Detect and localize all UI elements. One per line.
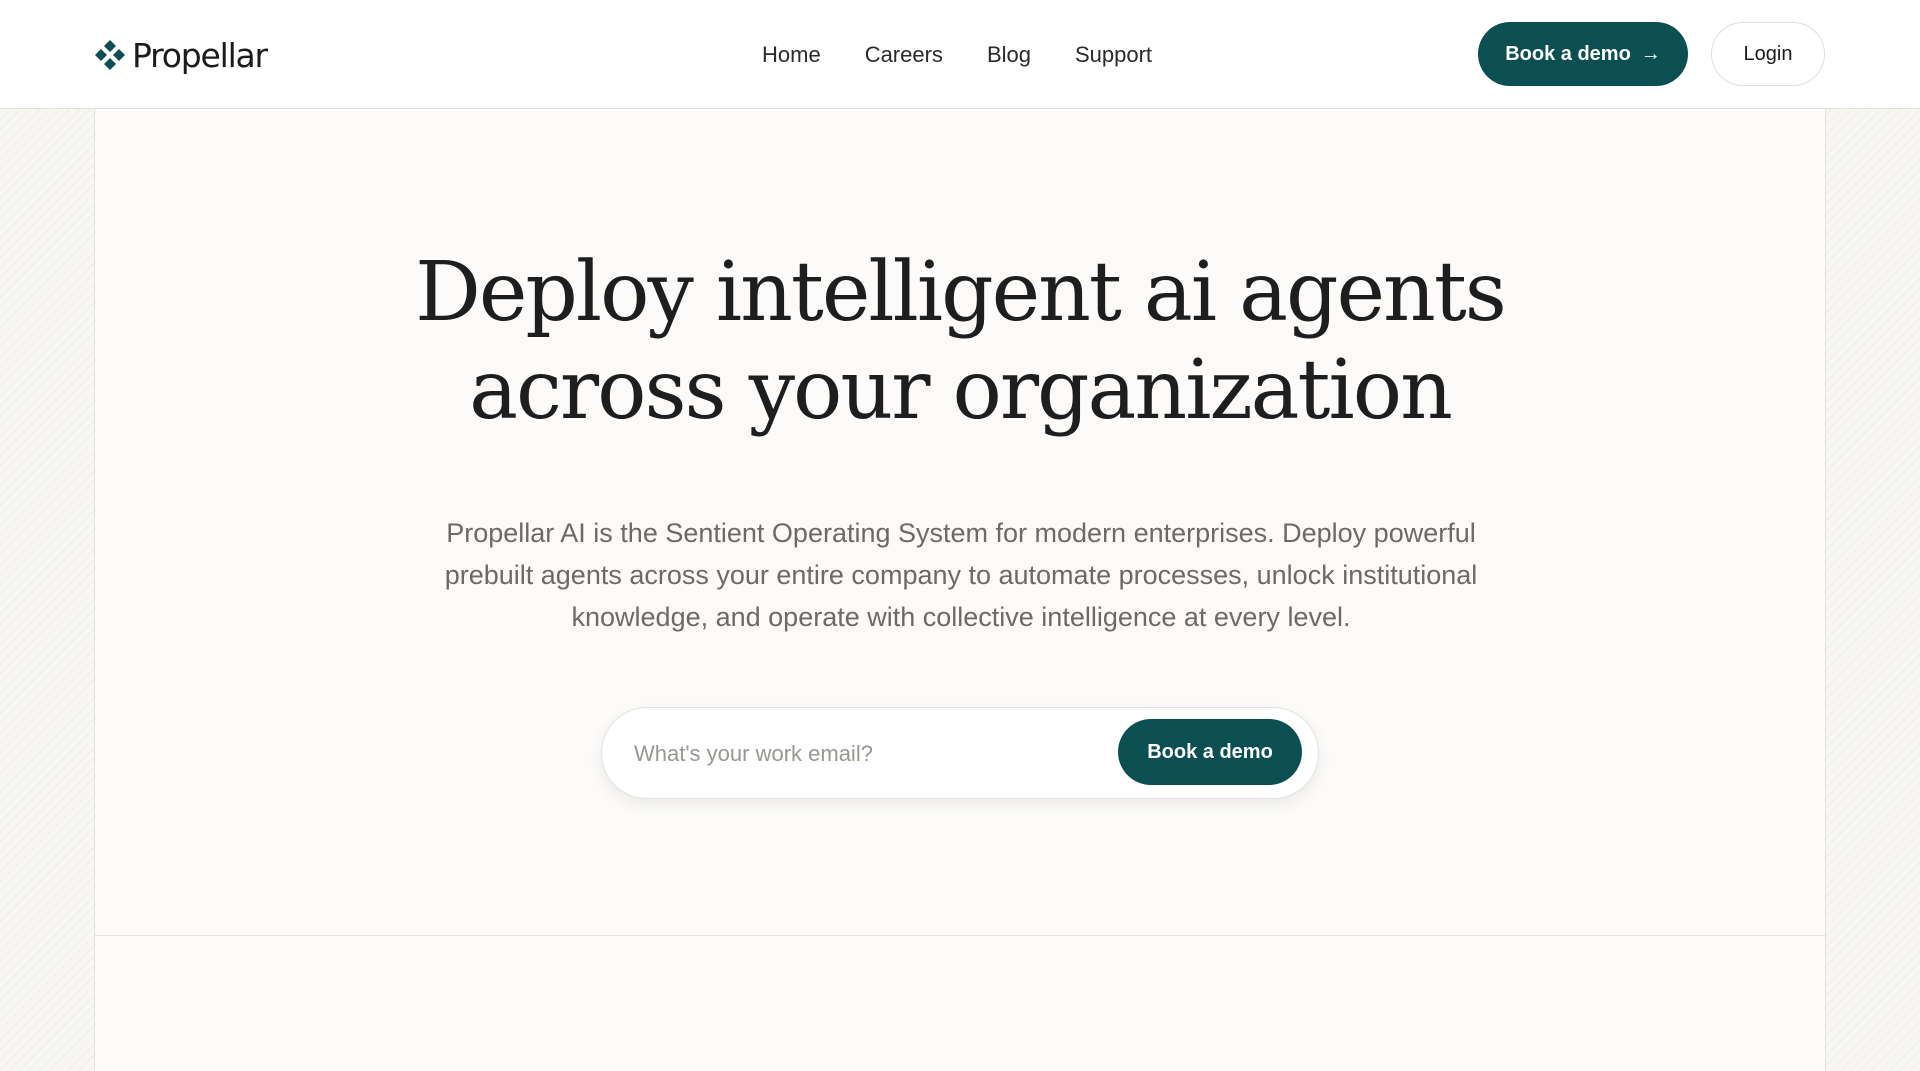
hero-description: Propellar AI is the Sentient Operating S… <box>444 518 1478 632</box>
nav-home[interactable]: Home <box>762 40 821 70</box>
site-header: Propellar Home Careers Blog Support Book… <box>0 0 1920 109</box>
section-divider <box>95 935 1825 936</box>
hero-title-line-2: across your organization <box>469 343 1453 438</box>
form-book-demo-button[interactable]: Book a demo <box>1118 719 1302 785</box>
hero-title-line-1: Deploy intelligent ai agents <box>415 245 1507 340</box>
form-book-demo-label: Book a demo <box>1147 740 1273 763</box>
hero-section: Deploy intelligent ai agents across your… <box>94 109 1826 1071</box>
nav-careers[interactable]: Careers <box>865 40 943 70</box>
login-label: Login <box>1743 42 1793 65</box>
nav-blog[interactable]: Blog <box>987 40 1031 70</box>
header-book-demo-label: Book a demo <box>1505 42 1631 65</box>
brand-logo[interactable]: Propellar <box>94 35 268 75</box>
logo-icon <box>95 40 125 70</box>
header-book-demo-button[interactable]: Book a demo → <box>1478 22 1688 86</box>
brand-name: Propellar <box>132 35 268 75</box>
hero-title: Deploy intelligent ai agents across your… <box>95 244 1825 440</box>
arrow-right-icon: → <box>1640 43 1661 65</box>
login-button[interactable]: Login <box>1711 22 1825 86</box>
main-nav: Home Careers Blog Support <box>762 40 1152 70</box>
demo-signup-form: Book a demo <box>601 707 1319 799</box>
work-email-input[interactable] <box>634 728 1104 780</box>
nav-support[interactable]: Support <box>1075 40 1152 70</box>
